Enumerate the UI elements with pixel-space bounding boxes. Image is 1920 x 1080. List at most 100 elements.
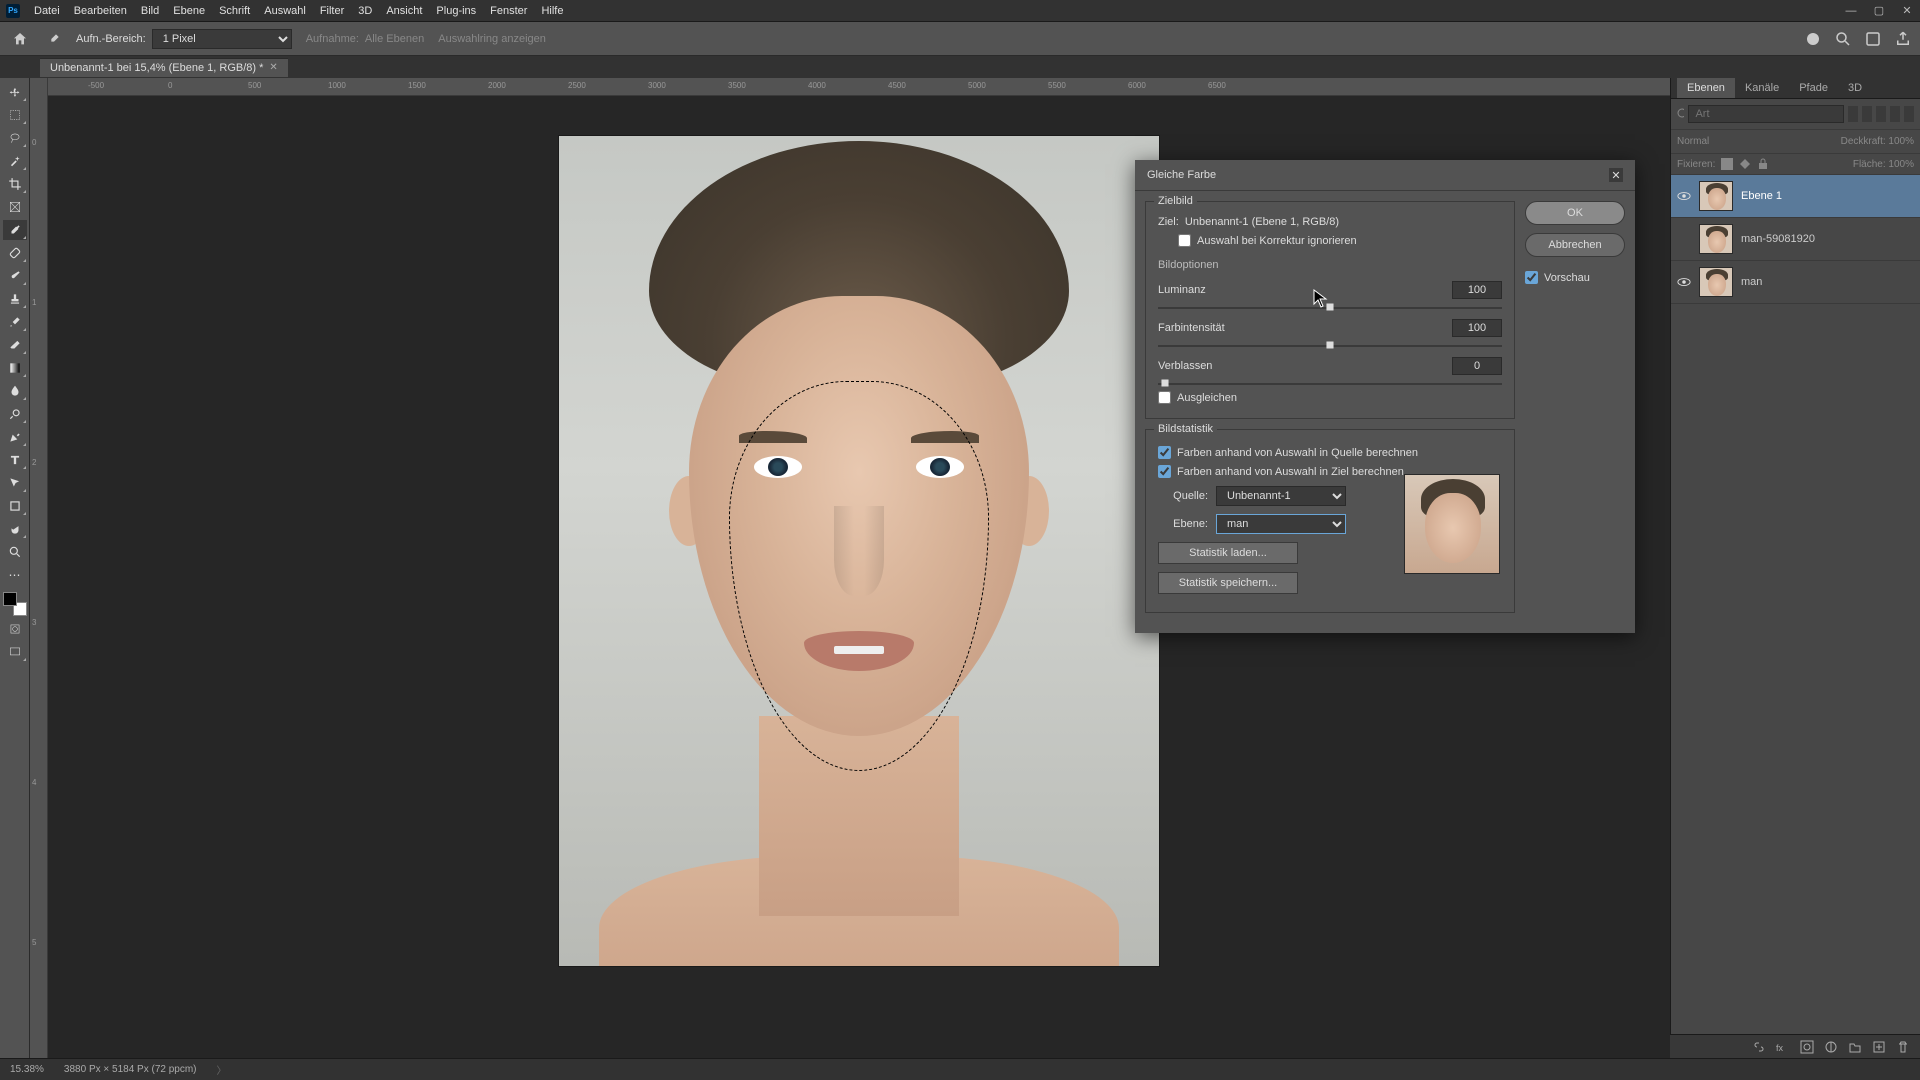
group-icon[interactable] — [1848, 1040, 1862, 1054]
lock-position-icon[interactable] — [1739, 158, 1751, 170]
layer-row[interactable]: man — [1671, 261, 1920, 304]
ok-button[interactable]: OK — [1525, 201, 1625, 225]
load-stats-button[interactable]: Statistik laden... — [1158, 542, 1298, 564]
intensity-input[interactable] — [1452, 319, 1502, 337]
window-close-button[interactable]: ✕ — [1900, 4, 1914, 18]
menu-filter[interactable]: Filter — [320, 5, 344, 17]
eraser-tool[interactable] — [3, 335, 27, 355]
path-tool[interactable] — [3, 473, 27, 493]
menu-plugins[interactable]: Plug-ins — [436, 5, 476, 17]
filter-image-icon[interactable] — [1848, 106, 1858, 122]
link-layers-icon[interactable] — [1752, 1040, 1766, 1054]
wand-tool[interactable] — [3, 151, 27, 171]
workspace-icon[interactable] — [1864, 30, 1882, 48]
luminance-input[interactable] — [1452, 281, 1502, 299]
window-maximize-button[interactable]: ▢ — [1872, 4, 1886, 18]
fade-input[interactable] — [1452, 357, 1502, 375]
cloud-icon[interactable] — [1804, 30, 1822, 48]
lock-pixels-icon[interactable] — [1721, 158, 1733, 170]
edit-toolbar[interactable]: ⋯ — [3, 565, 27, 585]
marquee-tool[interactable] — [3, 105, 27, 125]
zoom-tool[interactable] — [3, 542, 27, 562]
layer-name[interactable]: Ebene 1 — [1741, 190, 1782, 202]
luminance-slider[interactable] — [1158, 307, 1502, 309]
visibility-toggle-icon[interactable] — [1677, 275, 1691, 289]
menu-schrift[interactable]: Schrift — [219, 5, 250, 17]
search-icon[interactable] — [1834, 30, 1852, 48]
tab-pfade[interactable]: Pfade — [1789, 78, 1838, 98]
preview-checkbox[interactable] — [1525, 271, 1538, 284]
menu-fenster[interactable]: Fenster — [490, 5, 527, 17]
layer-name[interactable]: man — [1741, 276, 1762, 288]
menu-ansicht[interactable]: Ansicht — [386, 5, 422, 17]
quickmask-toggle[interactable] — [3, 619, 27, 639]
lock-all-icon[interactable] — [1757, 158, 1769, 170]
dialog-close-button[interactable]: ✕ — [1609, 168, 1623, 182]
close-tab-icon[interactable]: ✕ — [269, 62, 277, 73]
filter-type-icon[interactable] — [1876, 106, 1886, 122]
tab-ebenen[interactable]: Ebenen — [1677, 78, 1735, 98]
blend-mode-select[interactable]: Normal — [1677, 136, 1709, 147]
menu-auswahl[interactable]: Auswahl — [264, 5, 306, 17]
tab-3d[interactable]: 3D — [1838, 78, 1872, 98]
filter-shape-icon[interactable] — [1890, 106, 1900, 122]
fill-value[interactable]: 100% — [1888, 159, 1914, 170]
visibility-toggle-icon[interactable] — [1677, 232, 1691, 246]
use-target-selection-checkbox[interactable] — [1158, 465, 1171, 478]
stamp-tool[interactable] — [3, 289, 27, 309]
hand-tool[interactable] — [3, 519, 27, 539]
color-swatches[interactable] — [3, 592, 27, 616]
adjustment-icon[interactable] — [1824, 1040, 1838, 1054]
history-brush-tool[interactable] — [3, 312, 27, 332]
layer-search-input[interactable] — [1688, 105, 1844, 123]
brush-tool[interactable] — [3, 266, 27, 286]
canvas-image[interactable] — [559, 136, 1159, 966]
fx-icon[interactable]: fx — [1776, 1040, 1790, 1054]
lasso-tool[interactable] — [3, 128, 27, 148]
menu-bild[interactable]: Bild — [141, 5, 159, 17]
screenmode-toggle[interactable] — [3, 642, 27, 662]
visibility-toggle-icon[interactable] — [1677, 189, 1691, 203]
type-tool[interactable] — [3, 450, 27, 470]
zoom-level[interactable]: 15.38% — [10, 1064, 44, 1075]
filter-smart-icon[interactable] — [1904, 106, 1914, 122]
menu-ebene[interactable]: Ebene — [173, 5, 205, 17]
menu-datei[interactable]: Datei — [34, 5, 60, 17]
crop-tool[interactable] — [3, 174, 27, 194]
intensity-slider[interactable] — [1158, 345, 1502, 347]
trash-icon[interactable] — [1896, 1040, 1910, 1054]
cancel-button[interactable]: Abbrechen — [1525, 233, 1625, 257]
neutralize-checkbox[interactable] — [1158, 391, 1171, 404]
document-tab[interactable]: Unbenannt-1 bei 15,4% (Ebene 1, RGB/8) *… — [40, 58, 288, 77]
menu-bearbeiten[interactable]: Bearbeiten — [74, 5, 127, 17]
fg-color-swatch[interactable] — [3, 592, 17, 606]
sample-range-select[interactable]: 1 Pixel — [152, 29, 292, 49]
menu-3d[interactable]: 3D — [358, 5, 372, 17]
shape-tool[interactable] — [3, 496, 27, 516]
heal-tool[interactable] — [3, 243, 27, 263]
home-button[interactable] — [8, 27, 32, 51]
fade-slider[interactable] — [1158, 383, 1502, 385]
opacity-value[interactable]: 100% — [1888, 136, 1914, 147]
window-minimize-button[interactable]: — — [1844, 4, 1858, 18]
new-layer-icon[interactable] — [1872, 1040, 1886, 1054]
share-icon[interactable] — [1894, 30, 1912, 48]
layer-select[interactable]: man — [1216, 514, 1346, 534]
tab-kanaele[interactable]: Kanäle — [1735, 78, 1789, 98]
save-stats-button[interactable]: Statistik speichern... — [1158, 572, 1298, 594]
source-select[interactable]: Unbenannt-1 — [1216, 486, 1346, 506]
frame-tool[interactable] — [3, 197, 27, 217]
mask-icon[interactable] — [1800, 1040, 1814, 1054]
menu-hilfe[interactable]: Hilfe — [541, 5, 563, 17]
use-source-selection-checkbox[interactable] — [1158, 446, 1171, 459]
gradient-tool[interactable] — [3, 358, 27, 378]
filter-adjust-icon[interactable] — [1862, 106, 1872, 122]
blur-tool[interactable] — [3, 381, 27, 401]
layer-row[interactable]: man-59081920 — [1671, 218, 1920, 261]
eyedropper-tool[interactable] — [3, 220, 27, 240]
move-tool[interactable] — [3, 82, 27, 102]
pen-tool[interactable] — [3, 427, 27, 447]
layer-row[interactable]: Ebene 1 — [1671, 175, 1920, 218]
dodge-tool[interactable] — [3, 404, 27, 424]
layer-name[interactable]: man-59081920 — [1741, 233, 1815, 245]
